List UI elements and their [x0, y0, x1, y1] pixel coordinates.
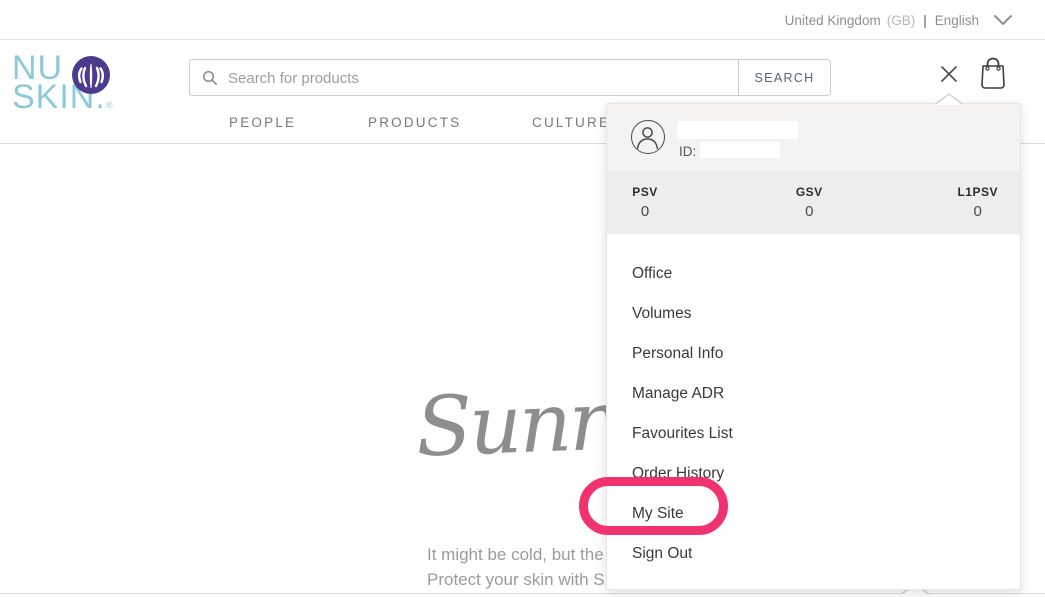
- locale-selector[interactable]: United Kingdom (GB) | English: [785, 0, 1013, 40]
- locale-country: United Kingdom: [785, 13, 881, 28]
- nav-item-people[interactable]: PEOPLE: [229, 115, 296, 130]
- page: United Kingdom (GB) | English NU: [0, 0, 1045, 597]
- account-dropdown: ID: PSV 0 GSV 0 L1PSV 0 Office Volumes P…: [606, 103, 1021, 590]
- stat-psv: PSV 0: [629, 185, 661, 220]
- menu-item-sign-out[interactable]: Sign Out: [607, 534, 1020, 574]
- user-avatar-icon: [631, 120, 665, 154]
- user-id-label: ID:: [679, 144, 696, 159]
- registered-mark: ®: [106, 100, 114, 110]
- search-icon: [202, 70, 218, 91]
- dropdown-caret-icon: [936, 95, 962, 105]
- account-header: ID:: [607, 104, 1020, 171]
- volume-stats: PSV 0 GSV 0 L1PSV 0: [607, 171, 1020, 234]
- nuskin-logo[interactable]: NU SKIN.®: [12, 54, 122, 112]
- user-name-redacted: [677, 121, 798, 139]
- menu-item-my-site[interactable]: My Site: [607, 494, 1020, 534]
- shopping-bag-icon[interactable]: [975, 55, 1011, 93]
- nav-item-products[interactable]: PRODUCTS: [368, 115, 461, 130]
- locale-country-code: (GB): [887, 13, 916, 28]
- hero-copy-line2: Protect your skin with S: [427, 567, 605, 592]
- menu-item-favourites-list[interactable]: Favourites List: [607, 414, 1020, 454]
- locale-language: English: [935, 13, 979, 28]
- search-input[interactable]: [226, 60, 730, 97]
- fountain-logo-icon: [71, 55, 111, 98]
- stat-l1psv: L1PSV 0: [957, 185, 998, 220]
- hero-copy-line1: It might be cold, but the: [427, 542, 605, 567]
- user-id-redacted: [700, 142, 780, 158]
- account-menu-list: Office Volumes Personal Info Manage ADR …: [607, 234, 1020, 574]
- close-icon[interactable]: [938, 64, 960, 86]
- menu-item-office[interactable]: Office: [607, 254, 1020, 294]
- stat-gsv: GSV 0: [793, 185, 825, 220]
- menu-item-order-history[interactable]: Order History: [607, 454, 1020, 494]
- locale-bar: United Kingdom (GB) | English: [0, 0, 1045, 40]
- menu-item-manage-adr[interactable]: Manage ADR: [607, 374, 1020, 414]
- section-divider: [0, 593, 1045, 594]
- search-button[interactable]: SEARCH: [739, 59, 831, 96]
- search-field-box: [189, 59, 739, 96]
- menu-item-volumes[interactable]: Volumes: [607, 294, 1020, 334]
- search-bar: SEARCH: [189, 59, 831, 96]
- locale-separator: |: [923, 13, 927, 28]
- chevron-down-icon: [993, 14, 1013, 26]
- nav-item-culture[interactable]: CULTURE: [532, 115, 610, 130]
- menu-item-personal-info[interactable]: Personal Info: [607, 334, 1020, 374]
- hero-copy: It might be cold, but the Protect your s…: [427, 542, 605, 592]
